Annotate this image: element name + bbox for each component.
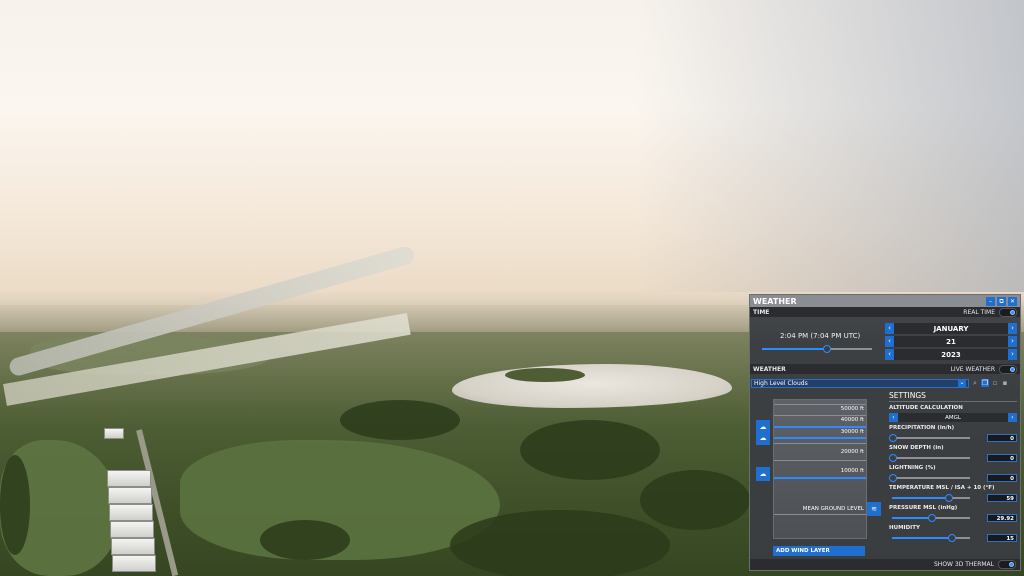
cloud-layer-band[interactable] bbox=[774, 426, 866, 428]
cloud-layer-band[interactable] bbox=[774, 477, 866, 479]
tree-cluster bbox=[520, 420, 660, 480]
close-icon[interactable]: ✕ bbox=[1008, 296, 1017, 306]
year-prev-icon[interactable]: ‹ bbox=[885, 349, 894, 360]
altitude-label-10000: 10000 ft bbox=[840, 468, 864, 474]
hangar bbox=[111, 538, 155, 555]
mean-ground-level-label: MEAN GROUND LEVEL bbox=[802, 506, 864, 512]
time-section-title: TIME bbox=[753, 308, 770, 316]
lightning-label: LIGHTNING (%) bbox=[889, 465, 936, 471]
lake-island bbox=[505, 368, 585, 382]
pressure-slider[interactable] bbox=[892, 513, 970, 522]
altitude-label-50000: 50000 ft bbox=[840, 406, 864, 412]
altitude-calculation-picker: ‹ AMGL › bbox=[889, 413, 1017, 422]
live-weather-label: LIVE WEATHER bbox=[950, 365, 995, 373]
precipitation-label: PRECIPITATION (in/h) bbox=[889, 425, 955, 431]
altitude-calc-next-icon[interactable]: › bbox=[1008, 413, 1017, 422]
delete-icon[interactable]: ▪ bbox=[1001, 379, 1009, 387]
popout-icon[interactable]: ⧉ bbox=[997, 296, 1006, 306]
altitude-calc-prev-icon[interactable]: ‹ bbox=[889, 413, 898, 422]
pressure-input[interactable]: 29.92 bbox=[987, 513, 1017, 522]
wind-icon[interactable]: ≋ bbox=[867, 502, 881, 516]
day-picker: ‹ 21 › bbox=[885, 336, 1017, 347]
humidity-slider[interactable] bbox=[892, 533, 970, 542]
year-next-icon[interactable]: › bbox=[1007, 349, 1017, 360]
tree-cluster bbox=[260, 520, 350, 560]
tree-cluster bbox=[340, 400, 460, 440]
preset-row: High Level Clouds ⌄ ⌕ ❐ ▫ ▪ bbox=[751, 378, 1019, 388]
hangar bbox=[108, 487, 152, 504]
year-value: 2023 bbox=[941, 350, 961, 359]
temperature-slider[interactable] bbox=[892, 493, 970, 502]
hangar bbox=[109, 504, 153, 521]
weather-panel: WEATHER – ⧉ ✕ TIME REAL TIME 2:04 PM (7:… bbox=[749, 294, 1021, 571]
panel-title: WEATHER bbox=[753, 296, 797, 306]
time-of-day-slider[interactable] bbox=[762, 345, 872, 353]
hangar bbox=[104, 428, 124, 439]
humidity-input[interactable]: 15 bbox=[987, 533, 1017, 542]
weather-section-title: WEATHER bbox=[753, 365, 786, 373]
day-prev-icon[interactable]: ‹ bbox=[885, 336, 894, 347]
real-time-label: REAL TIME bbox=[963, 308, 995, 316]
altitude-layer-column[interactable]: 50000 ft 40000 ft 30000 ft 20000 ft 1000… bbox=[773, 399, 867, 539]
weather-preset-dropdown[interactable]: High Level Clouds ⌄ bbox=[751, 378, 969, 388]
copy-icon[interactable]: ❐ bbox=[981, 379, 989, 387]
tree-cluster bbox=[640, 470, 750, 530]
real-time-toggle[interactable] bbox=[999, 307, 1017, 317]
cloud-layer-band[interactable] bbox=[774, 437, 866, 439]
day-value: 21 bbox=[946, 337, 956, 346]
add-wind-layer-button[interactable]: ADD WIND LAYER bbox=[773, 546, 865, 556]
altitude-label-40000: 40000 ft bbox=[840, 417, 864, 423]
lightning-slider[interactable] bbox=[889, 473, 970, 482]
month-prev-icon[interactable]: ‹ bbox=[885, 323, 894, 334]
month-next-icon[interactable]: › bbox=[1008, 323, 1017, 334]
snow-depth-input[interactable]: 0 bbox=[987, 453, 1017, 462]
lightning-input[interactable]: 0 bbox=[987, 473, 1017, 482]
weather-preset-value: High Level Clouds bbox=[754, 379, 808, 387]
settings-title: SETTINGS bbox=[889, 391, 1017, 402]
year-picker: ‹ 2023 › bbox=[885, 349, 1017, 360]
hangar bbox=[112, 555, 156, 572]
chevron-down-icon: ⌄ bbox=[958, 379, 966, 387]
altitude-label-20000: 20000 ft bbox=[840, 449, 864, 455]
time-section-header: TIME REAL TIME bbox=[750, 307, 1020, 317]
panel-titlebar[interactable]: WEATHER – ⧉ ✕ bbox=[750, 295, 1020, 307]
time-slider-thumb[interactable] bbox=[822, 345, 831, 353]
snow-depth-slider[interactable] bbox=[889, 453, 970, 462]
show-3d-thermal-label: SHOW 3D THERMAL bbox=[934, 561, 994, 568]
panel-footer: SHOW 3D THERMAL bbox=[750, 559, 1020, 570]
live-weather-toggle[interactable] bbox=[999, 364, 1017, 374]
cloud-icon[interactable]: ☁ bbox=[756, 467, 770, 481]
sky bbox=[0, 0, 1024, 310]
tree-cluster bbox=[0, 455, 30, 555]
weather-section-header: WEATHER LIVE WEATHER bbox=[750, 364, 1020, 374]
hangar bbox=[107, 470, 151, 487]
temperature-input[interactable]: 59 bbox=[987, 493, 1017, 502]
search-icon[interactable]: ⌕ bbox=[971, 379, 979, 387]
save-icon[interactable]: ▫ bbox=[991, 379, 999, 387]
tree-cluster bbox=[450, 510, 670, 576]
temperature-label: TEMPERATURE MSL / ISA + 10 (°F) bbox=[889, 485, 995, 491]
settings-column: SETTINGS ALTITUDE CALCULATION ‹ AMGL › P… bbox=[889, 391, 1017, 542]
altitude-calculation-value: AMGL bbox=[945, 414, 961, 421]
altitude-calculation-label: ALTITUDE CALCULATION bbox=[889, 405, 963, 411]
minimize-icon[interactable]: – bbox=[986, 296, 995, 306]
cloud-icon[interactable]: ☁ bbox=[756, 431, 770, 445]
month-value: JANUARY bbox=[933, 324, 969, 333]
show-3d-thermal-toggle[interactable] bbox=[998, 560, 1016, 569]
pressure-label: PRESSURE MSL (inHg) bbox=[889, 505, 958, 511]
humidity-label: HUMIDITY bbox=[889, 525, 920, 531]
month-picker: ‹ JANUARY › bbox=[885, 323, 1017, 334]
precipitation-slider[interactable] bbox=[889, 433, 970, 442]
precipitation-input[interactable]: 0 bbox=[987, 433, 1017, 442]
hangar bbox=[110, 521, 154, 538]
snow-depth-label: SNOW DEPTH (in) bbox=[889, 445, 944, 451]
clock-readout: 2:04 PM (7:04 PM UTC) bbox=[780, 332, 861, 340]
altitude-label-30000: 30000 ft bbox=[840, 429, 864, 435]
day-next-icon[interactable]: › bbox=[1008, 336, 1017, 347]
